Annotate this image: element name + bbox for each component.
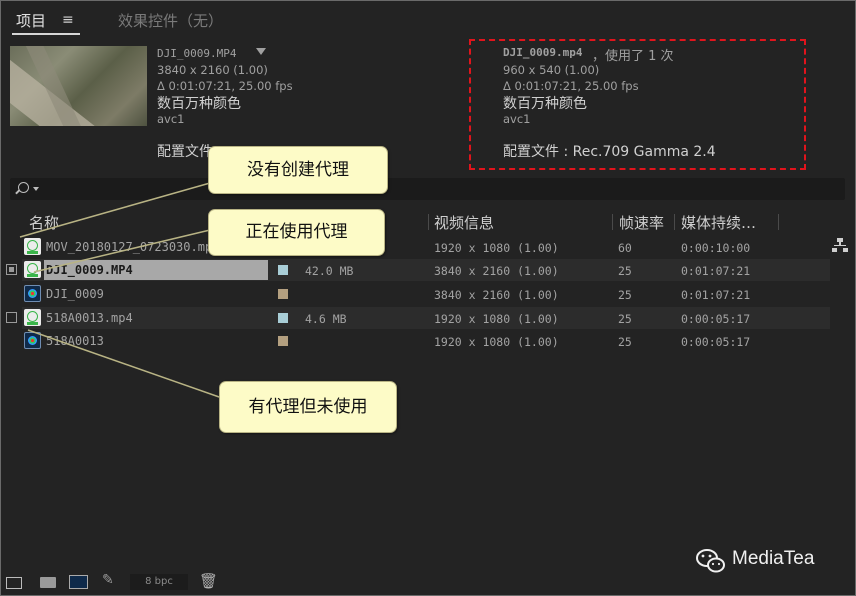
row-name: DJI_0009 [46, 287, 104, 301]
row-duration: 0:01:07:21 [681, 288, 751, 302]
column-divider [428, 214, 429, 230]
row-fps: 60 [618, 241, 632, 255]
row-duration: 0:00:10:00 [681, 241, 751, 255]
column-divider [778, 214, 779, 230]
column-fps[interactable]: 帧速率 [619, 212, 664, 233]
table-row[interactable]: 518A0013.mp4 4.6 MB 1920 x 1080 (1.00) 2… [6, 307, 830, 329]
watermark-text: MediaTea [732, 548, 815, 569]
media-file-icon [24, 309, 41, 326]
highlight-box [469, 39, 806, 170]
table-row[interactable]: DJI_0009.MP4 42.0 MB 3840 x 2160 (1.00) … [6, 259, 830, 281]
row-duration: 0:00:05:17 [681, 335, 751, 349]
column-video-info[interactable]: 视频信息 [434, 212, 494, 233]
trash-icon[interactable]: 🗑 [199, 572, 218, 590]
media-file-icon [24, 261, 41, 278]
chevron-down-icon [33, 187, 39, 191]
active-tab-underline [12, 33, 80, 35]
column-divider [674, 214, 675, 230]
preview-duration: Δ 0:01:07:21, 25.00 fps [157, 79, 293, 93]
folder-icon[interactable] [40, 577, 56, 588]
search-icon [18, 182, 29, 193]
row-fps: 25 [618, 312, 632, 326]
column-duration[interactable]: 媒体持续… [681, 212, 756, 233]
label-color-swatch[interactable] [278, 336, 288, 346]
row-fps: 25 [618, 264, 632, 278]
proxy-toggle-checkbox[interactable] [6, 312, 17, 323]
row-video-info: 1920 x 1080 (1.00) [434, 241, 559, 255]
bottom-toolbar: ✎ 8 bpc 🗑 [0, 570, 225, 594]
table-row[interactable]: DJI_0009 3840 x 2160 (1.00) 25 0:01:07:2… [22, 283, 830, 305]
preview-profile: 配置文件 [157, 144, 213, 160]
chevron-down-icon[interactable] [256, 48, 266, 55]
table-row[interactable]: 518A0013 1920 x 1080 (1.00) 25 0:00:05:1… [22, 330, 830, 352]
callout-proxy-unused: 有代理但未使用 [219, 381, 397, 433]
column-divider [612, 214, 613, 230]
row-video-info: 3840 x 2160 (1.00) [434, 264, 559, 278]
column-name[interactable]: 名称 [29, 212, 59, 233]
preview-resolution: 3840 x 2160 (1.00) [157, 63, 268, 77]
label-color-swatch[interactable] [278, 265, 288, 275]
list-view-icon[interactable] [6, 577, 22, 589]
wechat-icon [696, 549, 725, 573]
proxy-toggle-checkbox[interactable] [6, 264, 17, 275]
preview-filename: DJI_0009.MP4 [157, 47, 237, 60]
row-size: 42.0 MB [305, 264, 354, 278]
preview-color: 数百万种颜色 [157, 96, 241, 112]
row-video-info: 3840 x 2160 (1.00) [434, 288, 559, 302]
label-color-swatch[interactable] [278, 289, 288, 299]
sequence-icon [24, 332, 41, 349]
row-video-info: 1920 x 1080 (1.00) [434, 335, 559, 349]
row-fps: 25 [618, 335, 632, 349]
row-duration: 0:00:05:17 [681, 312, 751, 326]
row-duration: 0:01:07:21 [681, 264, 751, 278]
bit-depth-button[interactable]: 8 bpc [130, 574, 188, 590]
table-row[interactable]: MOV_20180127_0723030.mp4 1920 x 1080 (1.… [22, 236, 830, 258]
row-video-info: 1920 x 1080 (1.00) [434, 312, 559, 326]
hierarchy-icon[interactable] [832, 238, 848, 252]
new-sequence-icon[interactable] [69, 575, 88, 589]
label-color-swatch[interactable] [278, 313, 288, 323]
feather-icon[interactable]: ✎ [102, 572, 118, 588]
callout-using-proxy: 正在使用代理 [208, 209, 385, 256]
row-size: 4.6 MB [305, 312, 347, 326]
row-name: DJI_0009.MP4 [46, 263, 133, 277]
tab-effect-controls[interactable]: 效果控件（无） [118, 10, 223, 31]
row-fps: 25 [618, 288, 632, 302]
tab-project[interactable]: 项目 [16, 10, 46, 31]
row-name: 518A0013 [46, 334, 104, 348]
callout-no-proxy: 没有创建代理 [208, 146, 388, 194]
row-name: 518A0013.mp4 [46, 311, 133, 325]
panel-menu-icon[interactable]: ≡ [62, 12, 74, 28]
preview-thumbnail [10, 46, 147, 126]
sequence-icon [24, 285, 41, 302]
media-file-icon [24, 238, 41, 255]
search-input[interactable] [10, 178, 845, 200]
preview-codec: avc1 [157, 112, 185, 126]
